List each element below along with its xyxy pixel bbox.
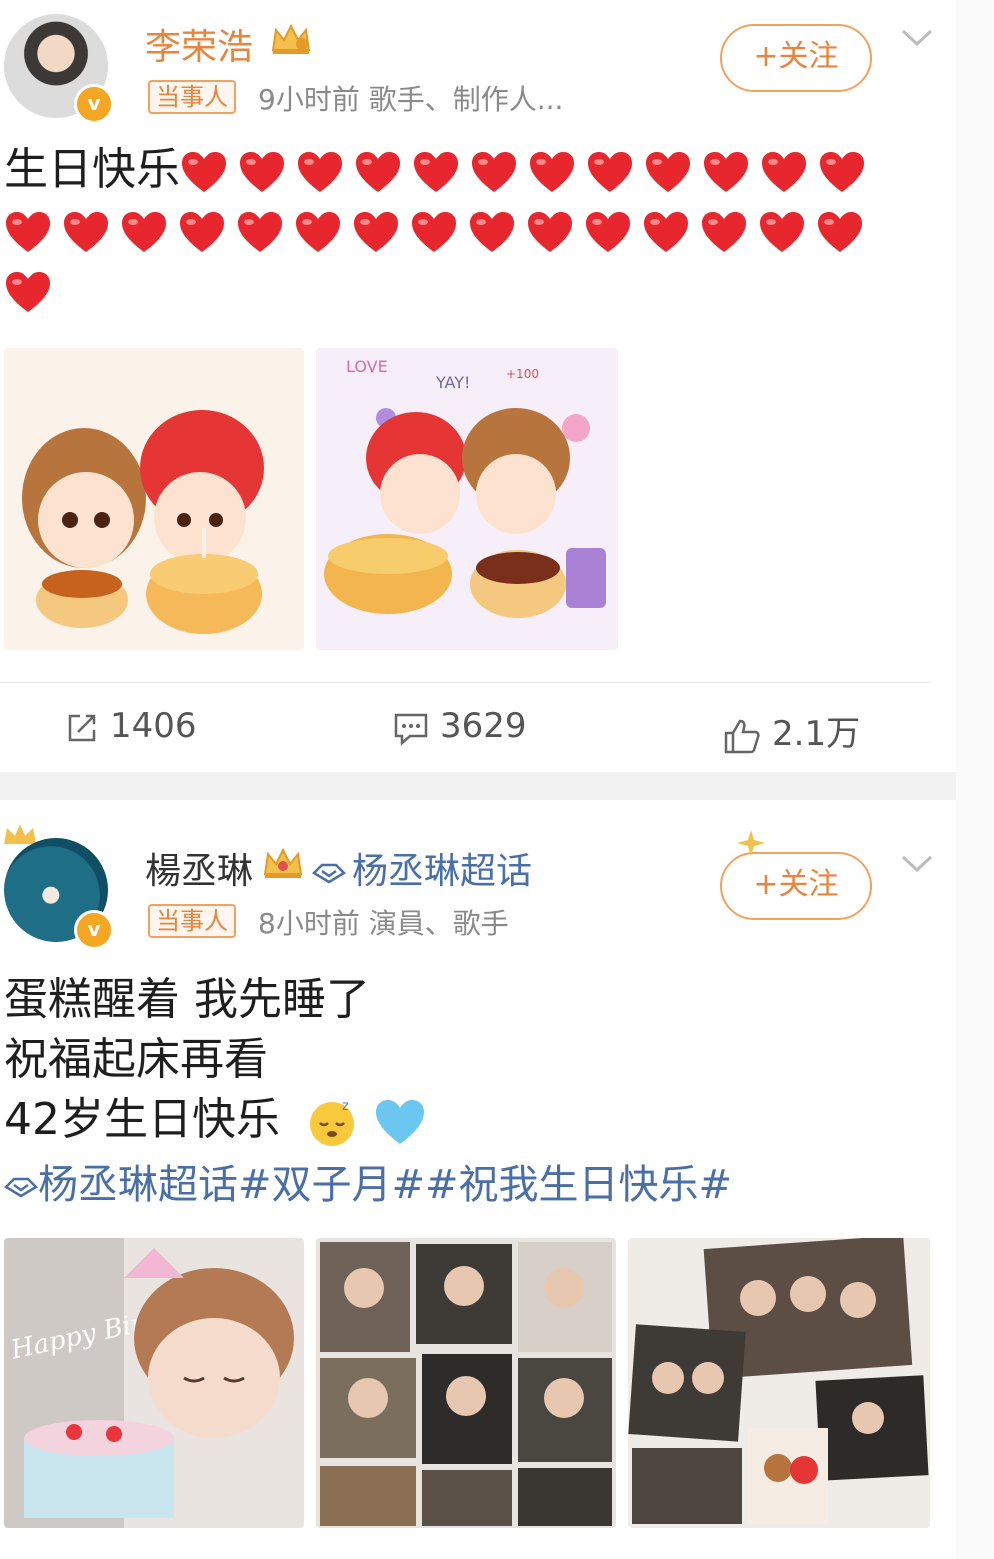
party-tag: 当事人 (148, 904, 236, 938)
post-meta: 9小时前 歌手、制作人... (258, 83, 564, 116)
post-separator (0, 772, 956, 800)
doodle-word: LOVE (346, 357, 388, 376)
red-heart-icon (120, 210, 168, 254)
red-heart-icon (294, 210, 342, 254)
red-heart-icon (818, 150, 866, 194)
repost-count: 1406 (110, 706, 197, 746)
post-image[interactable] (316, 1238, 616, 1528)
comment-count: 3629 (440, 706, 527, 746)
group-photo-collage (628, 1238, 930, 1528)
supertopic-icon (3, 1177, 39, 1198)
red-heart-icon (410, 210, 458, 254)
red-heart-icon (760, 150, 808, 194)
red-heart-icon (180, 150, 228, 194)
sparkle-icon (737, 830, 765, 856)
post-image[interactable] (628, 1238, 930, 1528)
red-heart-icon (586, 150, 634, 194)
post-text-line: 42岁生日快乐 z (4, 1090, 426, 1150)
red-heart-icon (238, 150, 286, 194)
red-heart-icon (62, 210, 110, 254)
red-heart-icon (584, 210, 632, 254)
red-heart-icon (700, 210, 748, 254)
red-heart-icon (526, 210, 574, 254)
red-heart-icon (296, 150, 344, 194)
comment-button[interactable]: 3629 (392, 706, 527, 746)
red-heart-icon (354, 150, 402, 194)
red-heart-icon (816, 210, 864, 254)
post-image[interactable] (4, 348, 304, 650)
like-count: 2.1万 (772, 714, 861, 754)
sleepy-emoji-icon: z (310, 1099, 354, 1146)
follow-button[interactable]: +关注 (720, 852, 872, 920)
post-text-line: 祝福起床再看 (4, 1034, 268, 1085)
svg-text:z: z (342, 1099, 349, 1114)
red-heart-icon (468, 210, 516, 254)
repost-icon (68, 714, 96, 741)
red-heart-icon (4, 270, 52, 314)
post-image[interactable]: LOVE YAY! +100 (316, 348, 618, 650)
birthday-photo: Happy Birthday (4, 1238, 304, 1528)
post-text-line: 蛋糕醒着 我先睡了 (4, 974, 370, 1025)
red-heart-icon (236, 210, 284, 254)
party-tag: 当事人 (148, 80, 236, 114)
red-heart-icon (352, 210, 400, 254)
red-heart-icon (528, 150, 576, 194)
comment-icon (394, 713, 428, 746)
supertopic-icon (311, 863, 347, 884)
chevron-down-icon[interactable] (900, 28, 934, 48)
post-text-line-text: 42岁生日快乐 (4, 1094, 280, 1145)
verified-badge-icon: v (74, 84, 114, 124)
author-name[interactable]: 楊丞琳 (145, 842, 253, 894)
like-icon (724, 719, 760, 753)
red-heart-icon (4, 210, 52, 254)
doodle-word: +100 (506, 367, 539, 381)
doodle-word: YAY! (435, 373, 470, 392)
crown-icon (271, 23, 311, 54)
blue-heart-icon (376, 1100, 424, 1144)
chevron-down-icon[interactable] (900, 854, 934, 874)
crown-icon (263, 847, 303, 878)
red-heart-icon (758, 210, 806, 254)
like-button[interactable]: 2.1万 (722, 706, 860, 755)
chibi-cake-illustration (4, 348, 304, 650)
right-edge-strip (956, 0, 994, 1559)
hashtag-text: 杨丞琳超话#双子月##祝我生日快乐# (38, 1162, 733, 1208)
follow-button[interactable]: +关注 (720, 24, 872, 92)
post-meta: 8小时前 演員、歌手 (258, 907, 509, 940)
red-heart-icon (178, 210, 226, 254)
photo-collage (316, 1238, 616, 1528)
author-name[interactable]: 李荣浩 (145, 18, 253, 70)
supertopic-link[interactable]: 杨丞琳超话 (311, 842, 533, 894)
red-heart-icon (644, 150, 692, 194)
post-image[interactable]: Happy Birthday (4, 1238, 304, 1528)
doodle-cake-illustration: LOVE YAY! +100 (316, 348, 618, 650)
verified-badge-icon: v (74, 910, 114, 950)
red-heart-icon (412, 150, 460, 194)
supertopic-label: 杨丞琳超话 (352, 851, 533, 892)
post-card: v 李荣浩 当事人 9小时前 歌手、制作人... +关注 生日快乐 LOVE Y… (0, 0, 956, 772)
post-text-prefix: 生日快乐 (4, 144, 180, 195)
repost-button[interactable]: 1406 (64, 706, 197, 746)
red-heart-icon (702, 150, 750, 194)
hashtag-line[interactable]: 杨丞琳超话#双子月##祝我生日快乐# (3, 1152, 733, 1210)
red-heart-icon (470, 150, 518, 194)
divider (0, 682, 930, 683)
post-text: 生日快乐 (4, 140, 904, 320)
red-heart-icon (642, 210, 690, 254)
